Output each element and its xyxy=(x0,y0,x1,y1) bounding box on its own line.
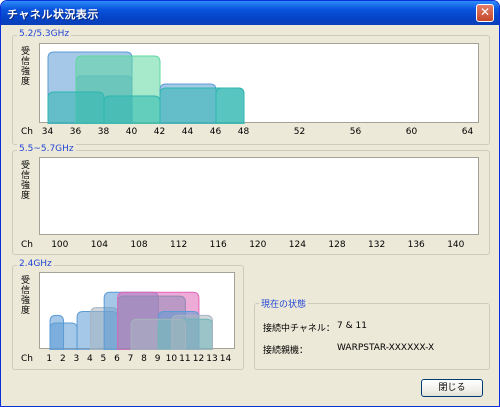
title-bar[interactable]: チャネル状況表示 ✕ xyxy=(1,1,499,25)
signal-area xyxy=(47,91,105,124)
tick-label: 112 xyxy=(170,240,188,250)
tick-label: 3 xyxy=(73,354,80,364)
tick-label: 128 xyxy=(328,240,346,250)
band-5-5-ch-label: Ch xyxy=(21,240,33,250)
band-5-2-ch-label: Ch xyxy=(21,127,33,137)
tick-label: 12 xyxy=(192,354,205,364)
signal-area xyxy=(103,95,161,124)
tick-label: 42 xyxy=(153,127,166,137)
band-2-4-ylabel: 受信強度 xyxy=(21,276,31,316)
band-2-4-plot xyxy=(39,272,235,350)
tick-label: 11 xyxy=(179,354,191,364)
connected-device-value: WARPSTAR-XXXXXX-X xyxy=(337,343,435,353)
tick-label: 108 xyxy=(130,240,148,250)
close-icon[interactable]: ✕ xyxy=(476,4,494,22)
tick-label: 6 xyxy=(114,354,120,364)
status-group xyxy=(254,303,490,370)
close-button[interactable]: 閉じる xyxy=(421,379,483,397)
tick-label: 48 xyxy=(237,127,250,137)
tick-label: 140 xyxy=(447,240,465,250)
tick-label: 2 xyxy=(59,354,66,364)
band-5-2-plot xyxy=(39,43,479,124)
signal-area xyxy=(215,87,245,124)
connected-device-label: 接続親機： xyxy=(263,346,309,356)
tick-label: 56 xyxy=(349,127,362,137)
signal-area xyxy=(130,318,186,350)
tick-label: 40 xyxy=(125,127,138,137)
tick-label: 38 xyxy=(97,127,110,137)
status-legend: 現在の状態 xyxy=(259,297,309,310)
tick-label: 116 xyxy=(209,240,227,250)
band-5-5-chart xyxy=(40,158,480,236)
band-2-4-ch-label: Ch xyxy=(21,354,33,364)
connected-channel-label: 接続中チャネル： xyxy=(263,324,335,334)
signal-area xyxy=(49,322,78,350)
tick-label: 132 xyxy=(368,240,386,250)
band-5-5-ylabel: 受信強度 xyxy=(21,161,31,201)
band-2-4-chart xyxy=(49,291,213,350)
band-5-2-ylabel: 受信強度 xyxy=(21,47,31,87)
tick-label: 13 xyxy=(206,354,218,364)
tick-label: 60 xyxy=(405,127,418,137)
tick-label: 34 xyxy=(41,127,54,137)
band-5-5-plot xyxy=(39,157,479,235)
tick-label: 124 xyxy=(288,240,306,250)
tick-label: 36 xyxy=(69,127,82,137)
connected-channel-value: 7 & 11 xyxy=(337,321,367,331)
tick-label: 7 xyxy=(127,354,134,364)
tick-label: 8 xyxy=(141,354,147,364)
tick-label: 52 xyxy=(293,127,306,137)
tick-label: 14 xyxy=(219,354,232,364)
tick-label: 4 xyxy=(87,354,93,364)
tick-label: 64 xyxy=(461,127,474,137)
window-title: チャネル状況表示 xyxy=(7,8,99,21)
channel-status-window: チャネル状況表示 ✕ 5.2/5.3GHz 受信強度 Ch 5.5~5.7GHz… xyxy=(0,0,500,407)
tick-label: 5 xyxy=(100,354,107,364)
tick-label: 9 xyxy=(154,354,161,364)
tick-label: 104 xyxy=(90,240,108,250)
tick-label: 136 xyxy=(407,240,425,250)
tick-label: 10 xyxy=(165,354,178,364)
tick-label: 120 xyxy=(249,240,267,250)
band-2-4-label: 2.4GHz xyxy=(17,259,54,269)
tick-label: 100 xyxy=(51,240,69,250)
band-5-2-label: 5.2/5.3GHz xyxy=(17,29,72,39)
band-5-5-label: 5.5~5.7GHz xyxy=(17,144,76,154)
tick-label: 44 xyxy=(181,127,194,137)
tick-label: 1 xyxy=(46,354,53,364)
band-5-2-chart xyxy=(47,51,245,124)
tick-label: 46 xyxy=(209,127,222,137)
